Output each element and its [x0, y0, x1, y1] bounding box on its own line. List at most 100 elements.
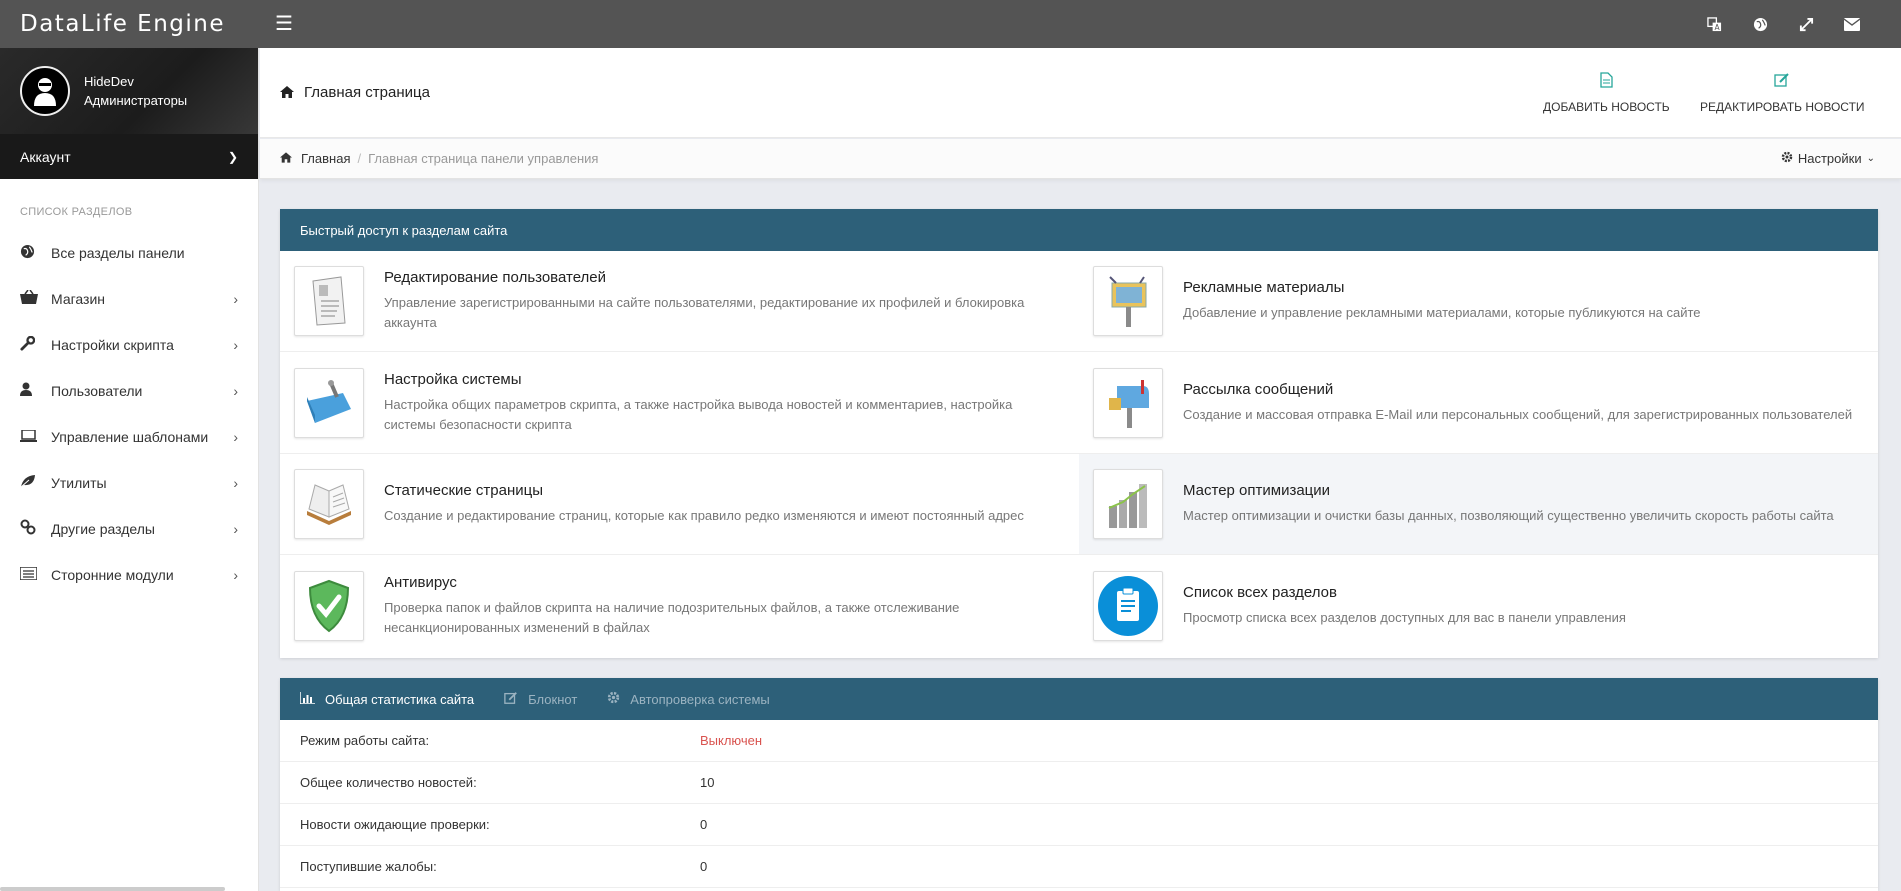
quick-access-item-title: Рассылка сообщений: [1183, 380, 1334, 398]
stat-row-news-count: Общее количество новостей: 10: [280, 762, 1878, 804]
gear-icon: [607, 691, 620, 707]
quick-access-item-title: Список всех разделов: [1183, 584, 1337, 601]
quick-access-item-optimization[interactable]: Мастер оптимизации Мастер оптимизации и …: [1079, 454, 1878, 555]
sidebar-item-shop[interactable]: Магазин ›: [0, 276, 258, 322]
home-icon: [280, 151, 292, 166]
quick-access-item-title: Статические страницы: [384, 482, 543, 499]
user-info: HideDev Администраторы: [84, 72, 187, 110]
quick-access-item-desc: Проверка папок и файлов скрипта на налич…: [384, 600, 960, 635]
quick-access-item-all-sections[interactable]: Список всех разделов Просмотр списка все…: [1079, 555, 1878, 657]
edit-icon: [1700, 72, 1865, 93]
sidebar-item-label: Настройки скрипта: [51, 337, 174, 353]
expand-icon[interactable]: [1783, 0, 1829, 48]
quick-access-grid: Редактирование пользователей Управление …: [280, 251, 1878, 657]
chevron-right-icon: ›: [233, 521, 238, 537]
file-icon: [1543, 72, 1670, 93]
sidebar-item-modules[interactable]: Сторонние модули ›: [0, 552, 258, 598]
quick-access-panel: Быстрый доступ к разделам сайта Редактир…: [280, 209, 1878, 658]
sidebar-item-label: Пользователи: [51, 383, 143, 399]
quick-access-item-system-settings[interactable]: Настройка системы Настройка общих параме…: [280, 352, 1079, 454]
site-stats-panel: Общая статистика сайта Блокнот Автопрове…: [280, 678, 1878, 891]
breadcrumb: Главная / Главная страница панели управл…: [260, 139, 1901, 179]
sidebar-item-script-settings[interactable]: Настройки скрипта ›: [0, 322, 258, 368]
quick-access-text: Настройка системы Настройка общих параме…: [384, 371, 1065, 435]
tab-auto-check[interactable]: Автопроверка системы: [607, 691, 770, 707]
account-toggle[interactable]: Аккаунт ❯: [0, 134, 258, 179]
brand-logo[interactable]: DataLife Engine: [0, 11, 259, 37]
globe-icon[interactable]: [1737, 0, 1783, 48]
edit-icon: [504, 691, 518, 708]
quick-access-text: Рассылка сообщений Создание и массовая о…: [1183, 381, 1852, 425]
add-news-label: ДОБАВИТЬ НОВОСТЬ: [1543, 100, 1670, 114]
sidebar-item-label: Магазин: [51, 291, 106, 307]
stat-label: Поступившие жалобы:: [300, 859, 437, 874]
sidebar-item-label: Все разделы панели: [51, 245, 185, 261]
breadcrumb-home-link[interactable]: Главная: [301, 151, 350, 166]
quick-access-item-users[interactable]: Редактирование пользователей Управление …: [280, 251, 1079, 352]
tab-notepad[interactable]: Блокнот: [504, 691, 577, 708]
quick-access-text: Редактирование пользователей Управление …: [384, 269, 1065, 333]
quick-access-item-desc: Создание и массовая отправка E-Mail или …: [1183, 406, 1853, 422]
toolbox-icon: [294, 367, 364, 438]
tab-general-stats[interactable]: Общая статистика сайта: [299, 691, 474, 707]
stats-tabs: Общая статистика сайта Блокнот Автопрове…: [280, 678, 1878, 720]
add-news-button[interactable]: ДОБАВИТЬ НОВОСТЬ: [1543, 72, 1670, 114]
sidebar-section-title: Список разделов: [20, 206, 133, 218]
envelope-icon[interactable]: [1829, 0, 1875, 48]
quick-access-item-ads[interactable]: Рекламные материалы Добавление и управле…: [1079, 251, 1878, 352]
chevron-right-icon: ›: [233, 429, 238, 445]
basket-icon: [20, 289, 51, 308]
quick-access-text: Статические страницы Создание и редактир…: [384, 482, 1024, 526]
settings-label: Настройки: [1797, 151, 1862, 166]
stat-label: Новости ожидающие проверки:: [300, 817, 490, 832]
stat-value: 0: [700, 859, 708, 874]
quick-access-item-title: Рекламные материалы: [1183, 279, 1345, 296]
sidebar-item-label: Другие разделы: [51, 521, 155, 537]
quick-access-item-antivirus[interactable]: Антивирус Проверка папок и файлов скрипт…: [280, 555, 1079, 657]
chevron-right-icon: ›: [233, 337, 238, 353]
quick-access-item-title: Настройка системы: [384, 370, 522, 388]
sidebar-item-utilities[interactable]: Утилиты ›: [0, 460, 258, 506]
quick-access-text: Список всех разделов Просмотр списка все…: [1183, 584, 1626, 628]
chevron-right-icon: ›: [233, 383, 238, 399]
quick-access-text: Антивирус Проверка папок и файлов скрипт…: [384, 574, 1065, 638]
bar-graph-icon: [1093, 469, 1163, 539]
quick-access-item-desc: Настройка общих параметров скрипта, а та…: [384, 396, 1013, 432]
sidebar-item-templates[interactable]: Управление шаблонами ›: [0, 414, 258, 460]
quick-access-item-desc: Управление зарегистрированными на сайте …: [384, 295, 1025, 330]
gear-icon: [1781, 151, 1793, 166]
quick-access-item-title: Редактирование пользователей: [384, 269, 607, 286]
quick-access-text: Мастер оптимизации Мастер оптимизации и …: [1183, 482, 1834, 526]
tab-label: Автопроверка системы: [630, 691, 770, 707]
stat-row-pending-news: Новости ожидающие проверки: 0: [280, 804, 1878, 846]
home-icon: [280, 85, 294, 101]
sidebar-item-all-sections[interactable]: Все разделы панели: [0, 230, 258, 276]
translate-icon[interactable]: A: [1691, 0, 1737, 48]
account-label: Аккаунт: [20, 148, 71, 165]
sidebar-item-users[interactable]: Пользователи ›: [0, 368, 258, 414]
top-icons: A: [1691, 0, 1875, 48]
sidebar-item-other[interactable]: Другие разделы ›: [0, 506, 258, 552]
quick-access-item-desc: Добавление и управление рекламными матер…: [1183, 305, 1701, 320]
chevron-right-icon: ›: [233, 291, 238, 307]
page-title: Главная страница: [280, 84, 430, 101]
user-form-icon: [294, 266, 364, 336]
sidebar-scrollbar[interactable]: [0, 887, 225, 891]
breadcrumb-current: Главная страница панели управления: [368, 151, 599, 166]
hamburger-icon[interactable]: ☰: [275, 14, 295, 34]
avatar[interactable]: [20, 66, 70, 116]
user-icon: [20, 382, 51, 400]
edit-news-button[interactable]: РЕДАКТИРОВАТЬ НОВОСТИ: [1700, 72, 1865, 114]
sidebar-item-label: Сторонние модули: [51, 567, 174, 583]
open-book-icon: [294, 469, 364, 539]
ninja-avatar-icon: [34, 78, 56, 106]
link-icon: [20, 519, 51, 539]
quick-access-text: Рекламные материалы Добавление и управле…: [1183, 279, 1701, 323]
quick-access-item-desc: Просмотр списка всех разделов доступных …: [1183, 610, 1626, 625]
stat-value[interactable]: Выключен: [700, 733, 762, 748]
user-group: Администраторы: [84, 93, 188, 108]
quick-access-item-static-pages[interactable]: Статические страницы Создание и редактир…: [280, 454, 1079, 555]
wrench-icon: [20, 335, 51, 355]
quick-access-item-mailing[interactable]: Рассылка сообщений Создание и массовая о…: [1079, 352, 1878, 454]
settings-dropdown[interactable]: Настройки ⌄: [1781, 151, 1875, 166]
